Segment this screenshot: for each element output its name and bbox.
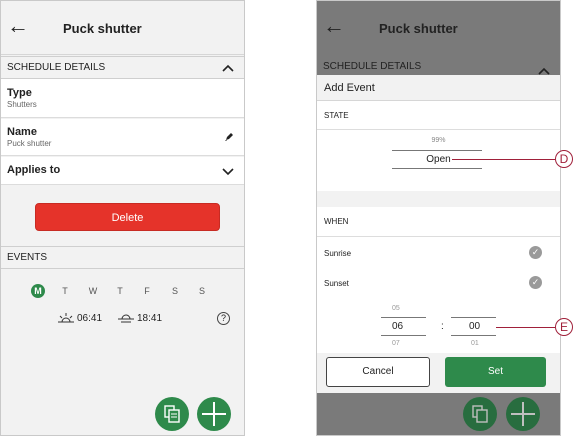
- sunset-option-label: Sunset: [324, 279, 349, 288]
- delete-button[interactable]: Delete: [35, 203, 220, 231]
- hour-above: 05: [392, 305, 400, 312]
- sunrise-option[interactable]: Sunrise ✓: [317, 238, 560, 268]
- day-tuesday[interactable]: T: [58, 284, 72, 298]
- day-sunday[interactable]: S: [195, 284, 209, 298]
- applies-to-row[interactable]: Applies to: [1, 157, 244, 185]
- picker-divider: [381, 335, 426, 336]
- plus-icon: [511, 402, 535, 426]
- callout-d-line: [452, 159, 555, 160]
- name-value: Puck shutter: [7, 139, 52, 148]
- sunrise-option-label: Sunrise: [324, 249, 352, 258]
- when-label: WHEN: [317, 207, 560, 237]
- app-header: ← Puck shutter: [1, 1, 244, 55]
- cancel-button[interactable]: Cancel: [326, 357, 430, 387]
- check-icon[interactable]: ✓: [529, 246, 542, 259]
- weekday-selector: M T W T F S S: [31, 284, 221, 298]
- picker-divider: [451, 335, 496, 336]
- picker-divider: [392, 150, 482, 151]
- hour-selected: 06: [392, 321, 404, 332]
- type-value: Shutters: [7, 100, 37, 109]
- page-title: Puck shutter: [63, 21, 142, 36]
- plus-icon: [202, 402, 226, 426]
- state-picker[interactable]: 99% Open: [317, 129, 560, 191]
- check-icon[interactable]: ✓: [529, 276, 542, 289]
- add-event-button[interactable]: [197, 397, 231, 431]
- hour-below: 07: [392, 340, 400, 347]
- name-row[interactable]: Name Puck shutter: [1, 119, 244, 156]
- add-event-sheet: Add Event STATE 99% Open WHEN Sunrise ✓ …: [317, 75, 560, 393]
- time-picker[interactable]: 05 06 : 00 07 01: [317, 299, 560, 353]
- type-row: Type Shutters: [1, 79, 244, 118]
- chevron-down-icon[interactable]: [222, 168, 234, 176]
- back-arrow-icon[interactable]: ←: [7, 15, 29, 37]
- events-header: EVENTS: [1, 246, 244, 269]
- copy-event-button-dimmed: [463, 397, 497, 431]
- callout-d: D: [555, 150, 573, 168]
- sunrise-time: 06:41: [77, 313, 103, 324]
- type-label: Type: [7, 87, 32, 99]
- events-label: EVENTS: [7, 252, 48, 263]
- left-phone-screen: ← Puck shutter SCHEDULE DETAILS Type Shu…: [0, 0, 245, 436]
- schedule-details-label-dimmed: SCHEDULE DETAILS: [323, 61, 560, 75]
- back-arrow-icon: ←: [323, 13, 345, 38]
- time-separator: :: [441, 321, 444, 332]
- sunset-icon: [118, 314, 134, 323]
- minute-below: 01: [471, 340, 479, 347]
- sheet-footer: Cancel Set: [317, 353, 560, 393]
- sunset-time: 18:41: [137, 313, 163, 324]
- copy-icon: [164, 405, 180, 423]
- schedule-details-header[interactable]: SCHEDULE DETAILS: [1, 56, 244, 79]
- page-title: Puck shutter: [379, 21, 458, 36]
- pencil-icon[interactable]: [224, 132, 234, 142]
- state-option-above: 99%: [431, 137, 446, 144]
- help-icon[interactable]: ?: [217, 312, 230, 325]
- day-monday[interactable]: M: [31, 284, 45, 298]
- day-wednesday[interactable]: W: [86, 284, 100, 298]
- sunrise-icon: [58, 313, 74, 323]
- minute-selected: 00: [469, 321, 481, 332]
- right-phone-screen: ← Puck shutter SCHEDULE DETAILS Add Even…: [316, 0, 561, 436]
- copy-icon: [472, 405, 488, 423]
- picker-divider: [381, 317, 426, 318]
- state-label: STATE: [317, 103, 560, 129]
- copy-event-button[interactable]: [155, 397, 189, 431]
- callout-e: E: [555, 318, 573, 336]
- sheet-title: Add Event: [317, 75, 560, 101]
- picker-divider: [392, 168, 482, 169]
- section-gap: [317, 191, 560, 207]
- day-friday[interactable]: F: [140, 284, 154, 298]
- set-button[interactable]: Set: [445, 357, 546, 387]
- chevron-up-icon: [538, 67, 550, 75]
- schedule-details-label: SCHEDULE DETAILS: [7, 62, 106, 73]
- day-saturday[interactable]: S: [168, 284, 182, 298]
- app-header-dimmed: ← Puck shutter: [317, 1, 560, 55]
- chevron-up-icon[interactable]: [222, 64, 234, 72]
- callout-e-line: [496, 327, 555, 328]
- picker-divider: [451, 317, 496, 318]
- day-thursday[interactable]: T: [113, 284, 127, 298]
- applies-to-label: Applies to: [7, 164, 61, 176]
- name-label: Name: [7, 126, 37, 138]
- sunset-option[interactable]: Sunset ✓: [317, 268, 560, 298]
- add-event-button-dimmed: [506, 397, 540, 431]
